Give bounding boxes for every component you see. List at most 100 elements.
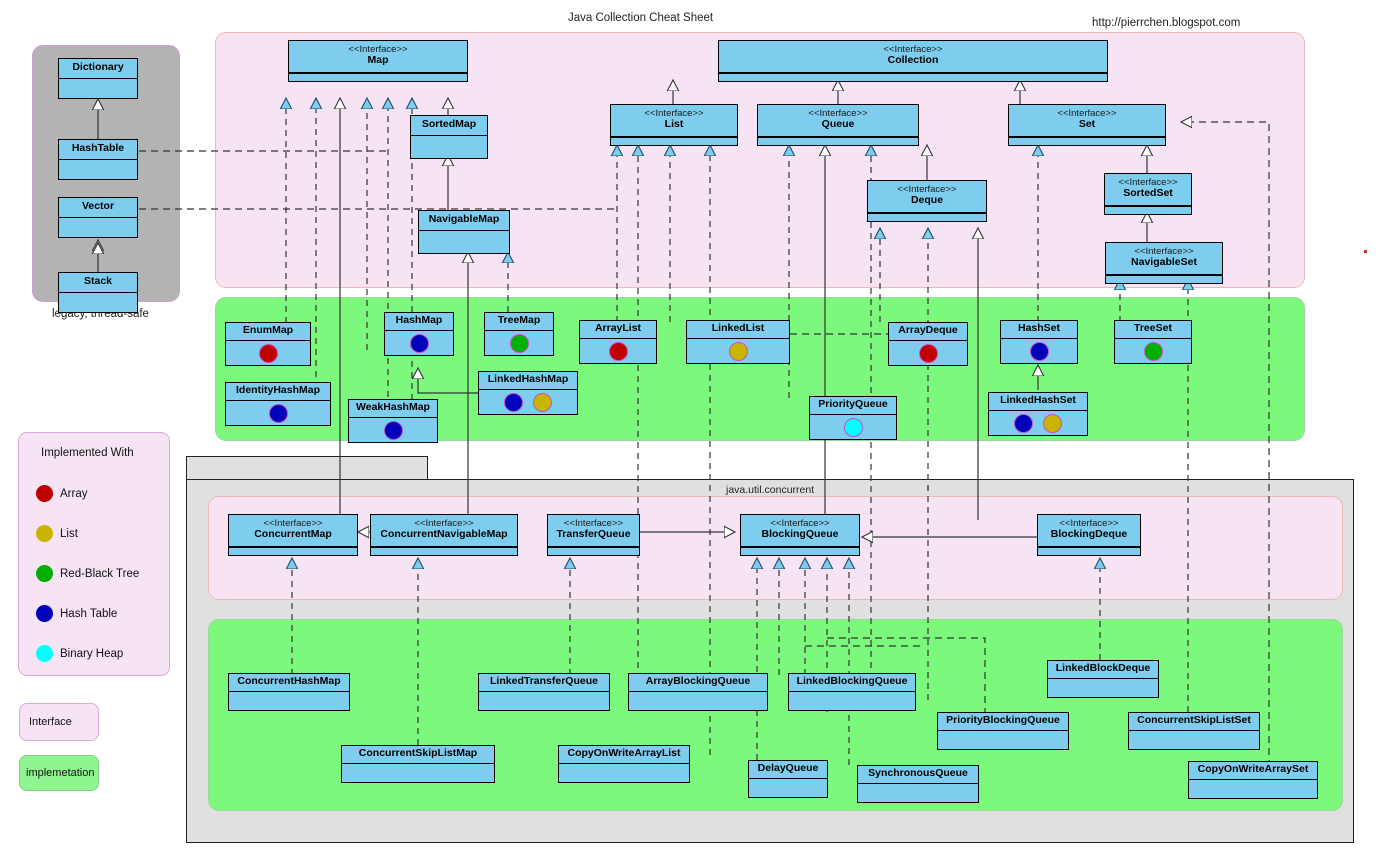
class-hashtable[interactable]: HashTable (58, 139, 138, 180)
class-stack[interactable]: Stack (58, 272, 138, 313)
class-concurrentskiplistmap[interactable]: ConcurrentSkipListMap (341, 745, 495, 783)
class-body (229, 692, 349, 710)
class-linkedhashset[interactable]: LinkedHashSet (988, 392, 1088, 436)
class-linkedblockingqueue[interactable]: LinkedBlockingQueue (788, 673, 916, 711)
interface-concurrentnavigablemap[interactable]: <<Interface>> ConcurrentNavigableMap (370, 514, 518, 556)
impl-dot-hash-table (269, 404, 288, 423)
interface-name: List (665, 119, 684, 131)
interface-concurrentmap[interactable]: <<Interface>> ConcurrentMap (228, 514, 358, 556)
class-concurrentskiplistset[interactable]: ConcurrentSkipListSet (1128, 712, 1260, 750)
interface-sortedset[interactable]: <<Interface>> SortedSet (1104, 173, 1192, 215)
impl-dot-binary-heap (844, 418, 863, 437)
red-black-tree-color-swatch (36, 565, 53, 582)
interface-name: ConcurrentNavigableMap (380, 529, 507, 541)
interface-body (411, 136, 487, 158)
class-copyonwritearrayset[interactable]: CopyOnWriteArraySet (1188, 761, 1318, 799)
class-linkedtransferqueue[interactable]: LinkedTransferQueue (478, 673, 610, 711)
impl-dot-hash-table (1014, 414, 1033, 433)
class-enummap[interactable]: EnumMap (225, 322, 311, 366)
interface-transferqueue[interactable]: <<Interface>> TransferQueue (547, 514, 640, 556)
interface-name: SortedMap (422, 119, 476, 131)
class-name: PriorityBlockingQueue (946, 715, 1060, 727)
class-name: LinkedHashSet (1000, 395, 1076, 407)
class-arraydeque[interactable]: ArrayDeque (888, 322, 968, 366)
class-name: HashSet (1018, 323, 1060, 335)
binary-heap-color-swatch (36, 645, 53, 662)
legend-key-interface: Interface (19, 703, 99, 741)
class-priorityqueue[interactable]: PriorityQueue (809, 396, 897, 440)
interface-name: Queue (822, 119, 855, 131)
class-linkedlist[interactable]: LinkedList (686, 320, 790, 364)
interface-name: TransferQueue (556, 529, 630, 541)
class-body (59, 160, 137, 179)
class-arraylist[interactable]: ArrayList (579, 320, 657, 364)
impl-dot-array (259, 344, 278, 363)
class-name: TreeMap (498, 315, 541, 327)
class-name: HashMap (396, 315, 443, 327)
page-title: Java Collection Cheat Sheet (568, 12, 713, 24)
interface-body (229, 547, 357, 555)
class-treeset[interactable]: TreeSet (1114, 320, 1192, 364)
class-body (789, 692, 915, 710)
class-arrayblockingqueue[interactable]: ArrayBlockingQueue (628, 673, 768, 711)
class-priorityblockingqueue[interactable]: PriorityBlockingQueue (937, 712, 1069, 750)
legend-item-binary-heap: Binary Heap (36, 645, 123, 662)
interface-navigableset[interactable]: <<Interface>> NavigableSet (1105, 242, 1223, 284)
class-hashset[interactable]: HashSet (1000, 320, 1078, 364)
interface-set[interactable]: <<Interface>> Set (1008, 104, 1166, 146)
class-body (479, 692, 609, 710)
legend-label: Binary Heap (60, 648, 123, 660)
class-name: ArrayBlockingQueue (646, 676, 750, 688)
interface-name: Collection (888, 55, 939, 67)
class-linkedblockdeque[interactable]: LinkedBlockDeque (1047, 660, 1159, 698)
class-dictionary[interactable]: Dictionary (58, 58, 138, 99)
class-hashmap[interactable]: HashMap (384, 312, 454, 356)
impl-dot-red-black-tree (1144, 342, 1163, 361)
interface-deque[interactable]: <<Interface>> Deque (867, 180, 987, 222)
class-delayqueue[interactable]: DelayQueue (748, 760, 828, 798)
class-concurrenthashmap[interactable]: ConcurrentHashMap (228, 673, 350, 711)
interface-body (719, 73, 1107, 81)
class-body (226, 341, 310, 365)
impl-dot-hash-table (410, 334, 429, 353)
class-body (1129, 731, 1259, 749)
class-weakhashmap[interactable]: WeakHashMap (348, 399, 438, 443)
interface-list[interactable]: <<Interface>> List (610, 104, 738, 146)
class-body (59, 293, 137, 312)
class-body (479, 390, 577, 414)
impl-dot-list (533, 393, 552, 412)
class-name: ConcurrentSkipListMap (359, 748, 477, 760)
class-name: ArrayList (595, 323, 641, 335)
interface-map[interactable]: <<Interface>> Map (288, 40, 468, 82)
interface-navigablemap[interactable]: NavigableMap (418, 210, 510, 254)
class-synchronousqueue[interactable]: SynchronousQueue (857, 765, 979, 803)
interface-collection[interactable]: <<Interface>> Collection (718, 40, 1108, 82)
interface-sortedmap[interactable]: SortedMap (410, 115, 488, 159)
class-body (1115, 339, 1191, 363)
impl-dot-list (1043, 414, 1062, 433)
interface-body (611, 137, 737, 145)
class-name: EnumMap (243, 325, 293, 337)
class-name: SynchronousQueue (868, 768, 968, 780)
interface-name: NavigableMap (429, 214, 500, 226)
interface-blockingqueue[interactable]: <<Interface>> BlockingQueue (740, 514, 860, 556)
class-name: LinkedBlockDeque (1056, 663, 1151, 675)
legend-label: Hash Table (60, 608, 117, 620)
impl-dot-hash-table (1030, 342, 1049, 361)
legend-item-list: List (36, 525, 78, 542)
class-name: LinkedTransferQueue (490, 676, 598, 688)
class-vector[interactable]: Vector (58, 197, 138, 238)
class-treemap[interactable]: TreeMap (484, 312, 554, 356)
interface-body (289, 73, 467, 81)
class-linkedhashmap[interactable]: LinkedHashMap (478, 371, 578, 415)
impl-dot-hash-table (504, 393, 523, 412)
class-name: CopyOnWriteArraySet (1198, 764, 1309, 776)
class-identityhashmap[interactable]: IdentityHashMap (225, 382, 331, 426)
interface-blockingdeque[interactable]: <<Interface>> BlockingDeque (1037, 514, 1141, 556)
interface-queue[interactable]: <<Interface>> Queue (757, 104, 919, 146)
class-body (629, 692, 767, 710)
interface-body (1038, 547, 1140, 555)
class-body (349, 418, 437, 442)
class-copyonwritearraylist[interactable]: CopyOnWriteArrayList (558, 745, 690, 783)
diagram-canvas: Java Collection Cheat Sheet http://pierr… (0, 0, 1381, 858)
